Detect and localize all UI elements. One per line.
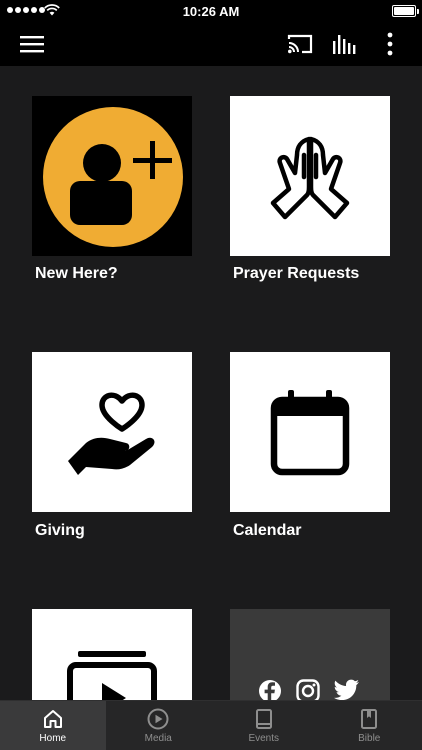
bookmark-book-icon bbox=[361, 709, 378, 729]
cast-icon[interactable] bbox=[286, 30, 314, 58]
status-time: 10:26 AM bbox=[182, 4, 240, 19]
audio-bars-icon[interactable] bbox=[331, 30, 359, 58]
tab-bar: Home Media Events Bible bbox=[0, 700, 422, 750]
tab-label-home: Home bbox=[39, 733, 67, 744]
more-vertical-icon[interactable] bbox=[376, 30, 404, 58]
tab-label-bible: Bible bbox=[358, 733, 381, 744]
status-bar: 10:26 AM bbox=[0, 0, 422, 22]
hand-heart-icon bbox=[68, 392, 155, 475]
instagram-icon[interactable] bbox=[296, 679, 320, 700]
tab-bible[interactable]: Bible bbox=[317, 701, 422, 750]
praying-hands-icon bbox=[270, 136, 350, 220]
video-playlist-icon bbox=[67, 651, 157, 700]
tile-label-new-here: New Here? bbox=[35, 265, 118, 282]
facebook-icon[interactable] bbox=[258, 679, 282, 700]
video-tile[interactable] bbox=[32, 609, 192, 700]
add-user-icon bbox=[43, 107, 183, 247]
app-bar bbox=[0, 22, 422, 66]
battery-icon bbox=[392, 5, 419, 17]
tile-label-prayer-requests: Prayer Requests bbox=[233, 265, 360, 282]
book-icon bbox=[255, 709, 272, 729]
calendar-tile[interactable] bbox=[230, 352, 390, 512]
tab-label-events: Events bbox=[248, 733, 280, 744]
calendar-icon bbox=[270, 390, 350, 476]
giving-tile[interactable] bbox=[32, 352, 192, 512]
home-grid: New Here? Prayer Requests Giving Calenda… bbox=[0, 66, 422, 700]
social-links bbox=[258, 679, 360, 700]
tab-events[interactable]: Events bbox=[211, 701, 317, 750]
tab-label-media: Media bbox=[144, 733, 172, 744]
tab-home[interactable]: Home bbox=[0, 701, 106, 750]
social-tile bbox=[230, 609, 390, 700]
menu-icon[interactable] bbox=[18, 30, 46, 58]
prayer-requests-tile[interactable] bbox=[230, 96, 390, 256]
new-here-tile[interactable] bbox=[32, 96, 192, 256]
tab-media[interactable]: Media bbox=[106, 701, 212, 750]
tile-label-giving: Giving bbox=[35, 522, 85, 539]
home-icon bbox=[43, 710, 62, 728]
tile-label-calendar: Calendar bbox=[233, 522, 302, 539]
play-circle-icon bbox=[147, 708, 169, 730]
twitter-icon[interactable] bbox=[334, 679, 360, 700]
